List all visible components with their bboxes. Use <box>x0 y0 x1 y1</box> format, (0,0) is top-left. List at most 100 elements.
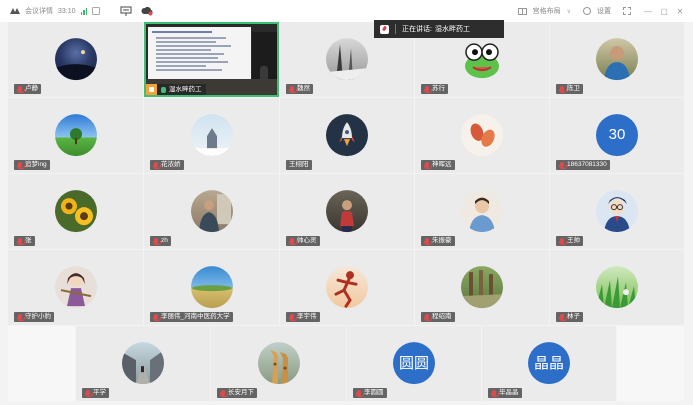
video-tile[interactable]: 30 18637081330 <box>550 98 684 173</box>
avatar <box>326 265 368 308</box>
screen-share-tile[interactable]: 湿水畔药工 <box>144 22 279 97</box>
mic-muted-icon <box>289 313 297 321</box>
participant-name: 平学 <box>82 388 109 398</box>
mic-muted-icon <box>153 237 161 245</box>
avatar <box>326 37 368 80</box>
video-tile[interactable]: 平学 <box>76 326 210 401</box>
avatar <box>190 189 233 232</box>
signal-icon <box>80 7 88 15</box>
participant-name: 朱振豪 <box>421 236 455 246</box>
avatar <box>122 341 164 384</box>
minimize-button[interactable]: — <box>643 7 653 16</box>
video-tile[interactable]: 王帅 <box>550 174 684 249</box>
mic-muted-icon <box>153 161 161 169</box>
participant-name: 毕晶晶 <box>488 388 522 398</box>
participant-name: 林子 <box>556 312 583 322</box>
avatar <box>461 265 503 308</box>
mic-muted-icon <box>85 389 93 397</box>
empty-tile <box>617 326 684 401</box>
participant-name: 守护小豹 <box>14 312 54 322</box>
avatar <box>461 113 503 156</box>
mic-muted-icon <box>424 161 432 169</box>
participant-name: 神晖远 <box>421 160 455 170</box>
participant-name: 李圆圆 <box>353 388 387 398</box>
video-tile[interactable]: 程绍南 <box>415 250 549 325</box>
video-tile[interactable]: 陈卫 <box>550 22 684 97</box>
speaking-indicator: 正在讲话: 湿水畔药工 <box>374 20 504 38</box>
avatar <box>461 37 503 80</box>
participant-name: 苏行 <box>421 84 448 94</box>
video-tile[interactable]: 晶晶 毕晶晶 <box>482 326 616 401</box>
whiteboard-icon[interactable] <box>120 6 132 16</box>
video-tile[interactable]: 卢静 <box>8 22 143 97</box>
mic-muted-icon <box>153 313 161 321</box>
settings-button[interactable]: 设置 <box>597 6 611 16</box>
participant-name: 程绍南 <box>421 312 455 322</box>
participant-name: zh <box>150 236 171 246</box>
avatar <box>596 265 638 308</box>
window-tools: 宫格布局 ∨ 设置 — ▢ ✕ <box>517 0 685 22</box>
avatar <box>54 265 97 308</box>
video-tile[interactable]: 王栩阳 <box>280 98 414 173</box>
mic-muted-icon <box>491 389 499 397</box>
video-tile[interactable]: 圆圆 李圆圆 <box>347 326 481 401</box>
mic-muted-icon <box>289 237 297 245</box>
mic-muted-icon <box>559 161 567 169</box>
share-link-icon[interactable] <box>92 7 101 15</box>
video-tile[interactable]: 追梦ing <box>8 98 143 173</box>
participant-name: 帅心灵 <box>286 236 320 246</box>
speaker-icon <box>380 24 389 34</box>
avatar: 晶晶 <box>528 341 570 384</box>
video-tile[interactable]: 张 <box>8 174 143 249</box>
avatar: 30 <box>596 113 638 156</box>
avatar: 圆圆 <box>393 341 435 384</box>
participant-name: 长安月下 <box>217 388 257 398</box>
avatar <box>54 37 97 80</box>
speaking-name: 湿水畔药工 <box>434 26 470 33</box>
mic-muted-icon <box>559 85 567 93</box>
video-tile[interactable]: 花浓娇 <box>144 98 279 173</box>
grid-layout-icon <box>517 7 527 15</box>
video-tile[interactable]: 守护小豹 <box>8 250 143 325</box>
meeting-timer: 33:10 <box>58 7 76 15</box>
mic-muted-icon <box>220 389 228 397</box>
video-tile[interactable]: 林子 <box>550 250 684 325</box>
cloud-record-icon[interactable] <box>141 6 153 16</box>
shared-slide <box>148 27 251 79</box>
video-tile[interactable]: 朱振豪 <box>415 174 549 249</box>
gear-icon <box>583 7 591 15</box>
mic-muted-icon <box>559 237 567 245</box>
avatar <box>326 189 368 232</box>
maximize-button[interactable]: ▢ <box>659 7 669 16</box>
meeting-info: 会议详情 33:10 <box>0 6 101 16</box>
divider <box>395 24 396 34</box>
participant-name: 王栩阳 <box>286 160 312 170</box>
avatar <box>54 189 97 232</box>
video-tile[interactable]: 帅心灵 <box>280 174 414 249</box>
mic-muted-icon <box>356 389 364 397</box>
chevron-down-icon[interactable]: ∨ <box>567 8 571 15</box>
mic-muted-icon <box>17 161 25 169</box>
avatar <box>257 341 300 384</box>
grid-layout-button[interactable]: 宫格布局 <box>533 6 561 16</box>
video-tile[interactable]: 李丽伟_河南中医药大学 <box>144 250 279 325</box>
meeting-details-button[interactable]: 会议详情 <box>25 6 53 16</box>
mic-active-icon <box>161 86 166 93</box>
participant-name: 李宇伟 <box>286 312 320 322</box>
close-button[interactable]: ✕ <box>675 7 685 16</box>
video-tile[interactable]: 李宇伟 <box>280 250 414 325</box>
participant-name: 追梦ing <box>14 160 50 170</box>
avatar <box>190 265 233 308</box>
video-tile[interactable]: zh <box>144 174 279 249</box>
speaking-prefix: 正在讲话: <box>402 26 432 33</box>
video-tile[interactable]: 神晖远 <box>415 98 549 173</box>
fullscreen-icon[interactable] <box>623 7 631 15</box>
participant-name: 张 <box>14 236 35 246</box>
mic-muted-icon <box>424 237 432 245</box>
avatar <box>596 189 638 232</box>
mic-muted-icon <box>424 85 432 93</box>
video-tile[interactable]: 长安月下 <box>211 326 346 401</box>
mic-muted-icon <box>424 313 432 321</box>
avatar <box>54 113 97 156</box>
mic-muted-icon <box>559 313 567 321</box>
